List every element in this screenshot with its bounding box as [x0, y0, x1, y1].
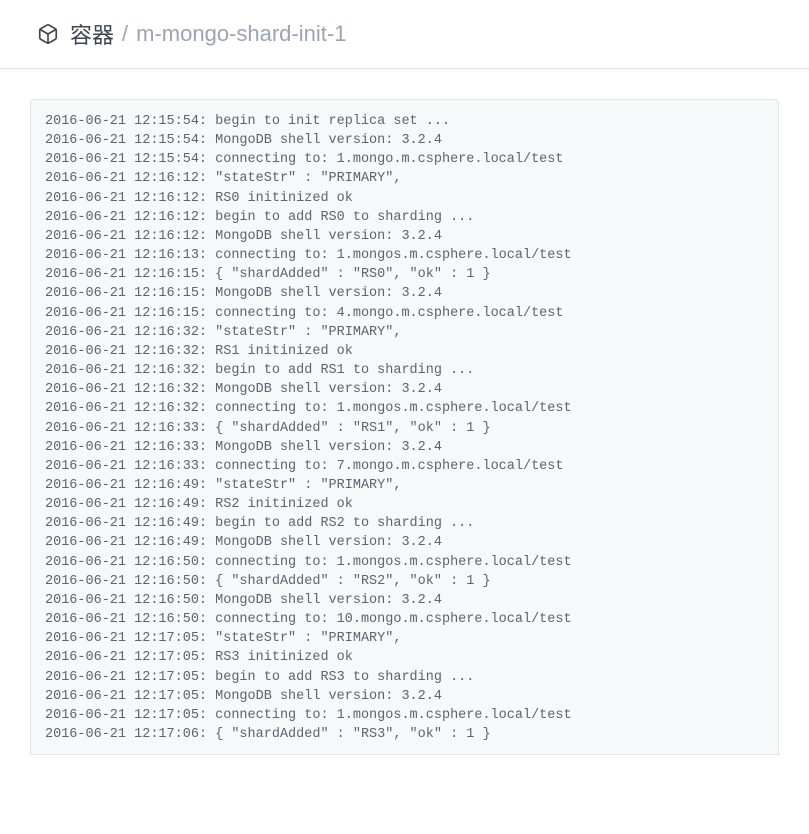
breadcrumb-separator: / [122, 21, 128, 47]
cube-icon [36, 22, 60, 46]
container-name: m-mongo-shard-init-1 [136, 21, 346, 47]
page-title[interactable]: 容器 [70, 18, 114, 50]
content-area: 2016-06-21 12:15:54: begin to init repli… [0, 69, 809, 773]
log-output[interactable]: 2016-06-21 12:15:54: begin to init repli… [30, 99, 779, 755]
breadcrumb-header: 容器 / m-mongo-shard-init-1 [0, 0, 809, 69]
